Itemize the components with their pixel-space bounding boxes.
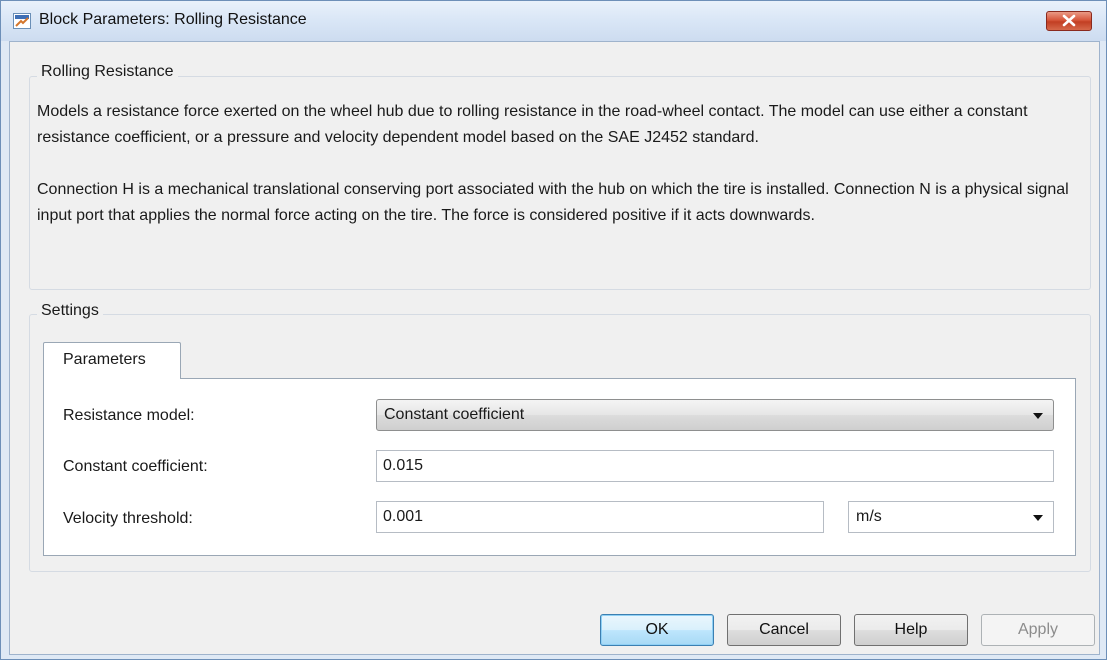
close-icon [1062,14,1076,27]
settings-group-title: Settings [37,302,103,320]
constant-coefficient-value: 0.015 [383,457,424,474]
resistance-model-value: Constant coefficient [384,406,525,423]
cancel-button[interactable]: Cancel [727,614,841,646]
velocity-threshold-value: 0.001 [383,508,424,525]
ok-button[interactable]: OK [600,614,714,646]
description-group-title: Rolling Resistance [37,63,178,81]
velocity-threshold-unit-dropdown[interactable]: m/s [848,501,1054,533]
constant-coefficient-label: Constant coefficient: [63,458,208,475]
tab-parameters-label: Parameters [63,351,146,368]
tab-parameters[interactable]: Parameters [43,342,181,379]
velocity-threshold-unit: m/s [856,508,882,525]
constant-coefficient-field[interactable]: 0.015 [376,450,1054,482]
chevron-down-icon [1033,515,1043,521]
chevron-down-icon [1033,413,1043,419]
description-paragraph: Models a resistance force exerted on the… [37,103,1028,146]
help-button[interactable]: Help [854,614,968,646]
velocity-threshold-label: Velocity threshold: [63,510,193,527]
title-bar[interactable]: Block Parameters: Rolling Resistance [1,1,1106,41]
window-title: Block Parameters: Rolling Resistance [39,11,307,28]
apply-button[interactable]: Apply [981,614,1095,646]
description-paragraph: Connection H is a mechanical translation… [37,181,1069,224]
resistance-model-dropdown[interactable]: Constant coefficient [376,399,1054,431]
dialog-window: Block Parameters: Rolling Resistance Rol… [0,0,1107,660]
block-description: Models a resistance force exerted on the… [37,99,1077,229]
close-button[interactable] [1046,11,1092,31]
simulink-block-icon [13,13,31,29]
velocity-threshold-field[interactable]: 0.001 [376,501,824,533]
resistance-model-label: Resistance model: [63,407,195,424]
